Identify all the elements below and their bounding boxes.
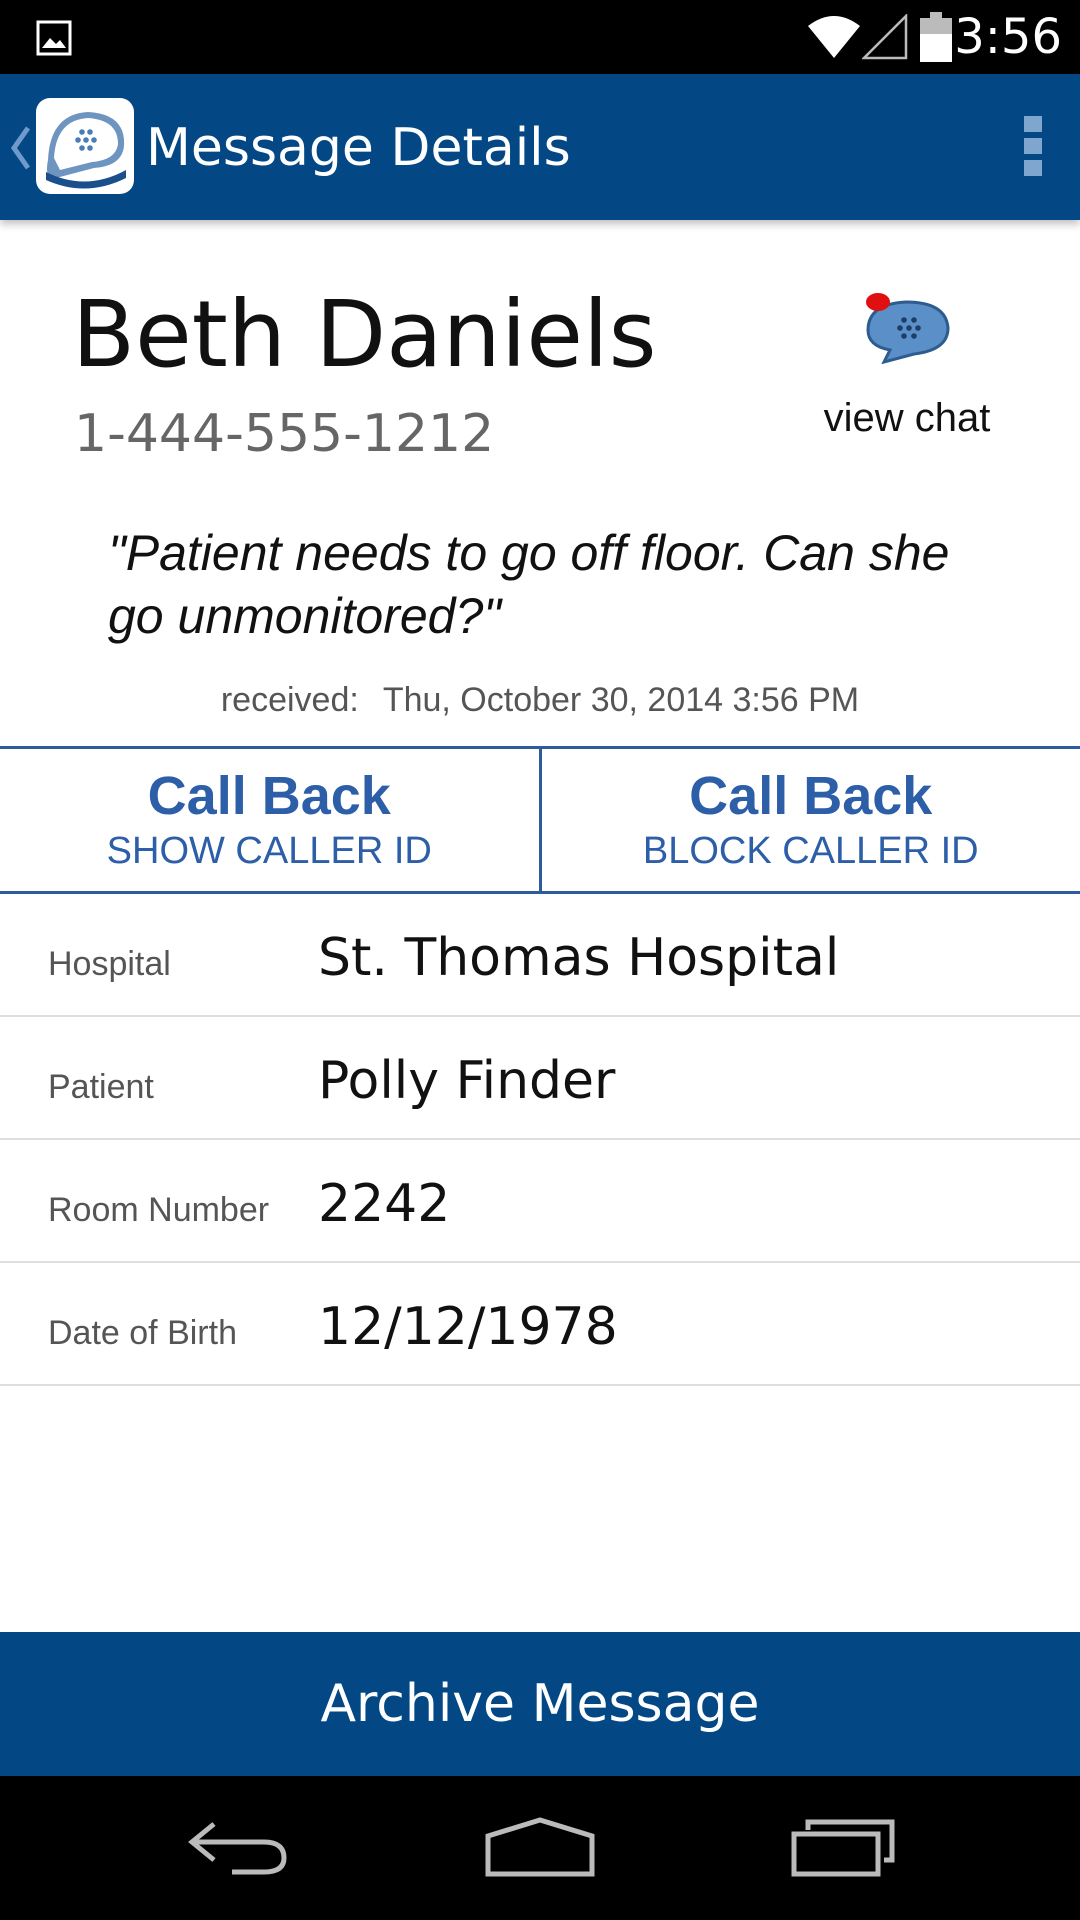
detail-row-hospital: Hospital St. Thomas Hospital [0,894,1080,1017]
detail-value: 12/12/1978 [318,1297,618,1357]
caller-name: Beth Daniels [72,281,657,388]
detail-label: Date of Birth [48,1314,237,1352]
detail-value: 2242 [318,1174,451,1234]
wifi-icon [806,14,862,65]
app-logo-icon[interactable] [36,98,134,194]
image-notification-icon [36,20,72,61]
call-back-label: Call Back [689,766,933,826]
detail-label: Room Number [48,1191,270,1229]
show-caller-id-label: SHOW CALLER ID [106,830,432,872]
details-list: Hospital St. Thomas Hospital Patient Pol… [0,894,1080,1386]
call-back-label: Call Back [147,766,391,826]
nav-back-icon[interactable] [186,1816,292,1883]
archive-message-button[interactable]: Archive Message [0,1632,1080,1776]
overflow-menu-icon[interactable] [1024,116,1044,178]
detail-row-room-number: Room Number 2242 [0,1140,1080,1263]
message-text: "Patient needs to go off floor. Can she … [108,525,950,644]
received-timestamp: received: Thu, October 30, 2014 3:56 PM [0,678,1080,722]
callback-row: Call Back SHOW CALLER ID Call Back BLOCK… [0,746,1080,894]
system-nav-bar [0,1776,1080,1920]
detail-value: Polly Finder [318,1051,616,1111]
detail-label: Hospital [48,945,171,983]
status-bar: 3:56 [0,0,1080,74]
received-value: Thu, October 30, 2014 3:56 PM [382,681,860,719]
received-label: received: [220,681,359,719]
signal-icon [860,12,908,65]
nav-recents-icon[interactable] [790,1816,896,1883]
view-chat-link[interactable]: view chat [780,394,1034,442]
chevron-left-icon[interactable] [10,126,32,175]
chat-bubble-icon[interactable] [862,290,952,369]
status-clock: 3:56 [954,9,1062,65]
message-details-screen: 3:56 Message Details Beth Daniels 1-444-… [0,0,1080,1920]
page-title: Message Details [146,118,571,178]
call-back-show-caller-id-button[interactable]: Call Back SHOW CALLER ID [0,749,539,891]
detail-value: St. Thomas Hospital [318,928,840,988]
app-bar: Message Details [0,74,1080,220]
call-back-block-caller-id-button[interactable]: Call Back BLOCK CALLER ID [538,749,1080,891]
detail-row-patient: Patient Polly Finder [0,1017,1080,1140]
detail-label: Patient [48,1068,154,1106]
detail-row-date-of-birth: Date of Birth 12/12/1978 [0,1263,1080,1386]
battery-icon [920,12,952,67]
caller-phone: 1-444-555-1212 [74,404,495,464]
block-caller-id-label: BLOCK CALLER ID [642,830,979,872]
nav-home-icon[interactable] [484,1816,596,1883]
